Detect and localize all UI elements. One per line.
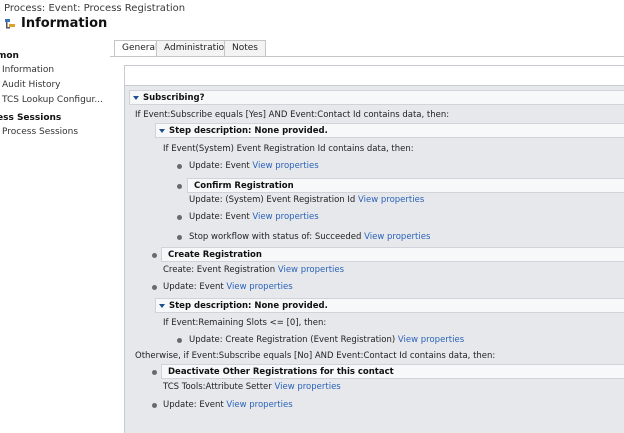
view-properties-link[interactable]: View properties — [252, 161, 318, 171]
view-properties-link[interactable]: View properties — [364, 232, 430, 242]
view-properties-link[interactable]: View properties — [358, 195, 424, 205]
otherwise-condition-line: Otherwise, if Event:Subscribe equals [No… — [135, 351, 496, 361]
view-properties-link[interactable]: View properties — [226, 400, 292, 410]
view-properties-link[interactable]: View properties — [398, 335, 464, 345]
view-properties-link[interactable]: View properties — [226, 282, 292, 292]
collapse-arrow-icon[interactable] — [159, 129, 165, 133]
bullet-icon — [177, 235, 182, 240]
action-text: Create: Event Registration — [163, 265, 276, 275]
action-text: Update: Event — [189, 161, 250, 171]
page-title: Information — [21, 16, 108, 31]
tab-content-general: Subscribing? If Event:Subscribe equals [… — [110, 57, 624, 433]
bullet-icon — [177, 215, 182, 220]
step-create-registration[interactable]: Create Registration — [161, 247, 624, 262]
collapse-arrow-icon[interactable] — [133, 96, 139, 100]
nav-item-process-sessions[interactable]: Process Sessions — [2, 127, 78, 137]
tab-notes[interactable]: Notes — [224, 40, 266, 56]
action-update-system-reg: Update: (System) Event Registration Id V… — [189, 195, 424, 205]
bullet-icon — [177, 338, 182, 343]
step-subscribing[interactable]: Subscribing? — [129, 90, 624, 105]
condition-line: If Event(System) Event Registration Id c… — [163, 144, 414, 154]
action-tcs-tools: TCS Tools:Attribute Setter View properti… — [163, 382, 341, 392]
bullet-icon — [152, 370, 157, 375]
nav-item-audit-history[interactable]: Audit History — [2, 80, 60, 90]
action-text: Update: Event — [163, 400, 224, 410]
left-nav: mon Information Audit History TCS Lookup… — [0, 40, 110, 432]
view-properties-link[interactable]: View properties — [274, 382, 340, 392]
nav-item-information[interactable]: Information — [2, 65, 54, 75]
action-create-event-registration: Create: Event Registration View properti… — [163, 265, 344, 275]
action-text: Update: Event — [163, 282, 224, 292]
step-confirm-registration[interactable]: Confirm Registration — [187, 178, 624, 193]
title-row: Information — [4, 16, 107, 31]
action-text: Stop workflow with status of: Succeeded — [189, 232, 362, 242]
action-update-event: Update: Event View properties — [163, 282, 293, 292]
step-label: Subscribing? — [143, 93, 205, 103]
nav-section-common: mon — [0, 51, 19, 61]
action-stop-workflow: Stop workflow with status of: Succeeded … — [189, 232, 430, 242]
form-header: Process: Event: Process Registration Inf… — [0, 0, 624, 40]
bullet-icon — [152, 403, 157, 408]
action-text: TCS Tools:Attribute Setter — [163, 382, 272, 392]
condition-line: If Event:Subscribe equals [Yes] AND Even… — [135, 110, 450, 120]
bullet-icon — [177, 164, 182, 169]
action-update-create-registration: Update: Create Registration (Event Regis… — [189, 335, 464, 345]
bullet-icon — [152, 285, 157, 290]
step-label: Step description: None provided. — [169, 126, 328, 136]
step-description-2[interactable]: Step description: None provided. — [155, 298, 624, 313]
action-text: Update: Event — [189, 212, 250, 222]
view-properties-link[interactable]: View properties — [278, 265, 344, 275]
step-deactivate-registrations[interactable]: Deactivate Other Registrations for this … — [161, 364, 624, 379]
action-update-event: Update: Event View properties — [163, 400, 293, 410]
designer-toolbar-area — [125, 66, 624, 86]
action-text: Update: Create Registration (Event Regis… — [189, 335, 396, 345]
view-properties-link[interactable]: View properties — [252, 212, 318, 222]
action-update-event: Update: Event View properties — [189, 212, 319, 222]
step-label: Step description: None provided. — [169, 301, 328, 311]
collapse-arrow-icon[interactable] — [159, 304, 165, 308]
step-description-1[interactable]: Step description: None provided. — [155, 123, 624, 138]
condition-line: If Event:Remaining Slots <= [0], then: — [163, 318, 327, 328]
bullet-icon — [152, 253, 157, 258]
action-update-event: Update: Event View properties — [189, 161, 319, 171]
action-text: Update: (System) Event Registration Id — [189, 195, 356, 205]
bullet-icon — [177, 184, 182, 189]
workflow-designer: Subscribing? If Event:Subscribe equals [… — [124, 65, 624, 433]
process-icon — [4, 18, 16, 30]
nav-item-tcs-lookup[interactable]: TCS Lookup Configur... — [2, 95, 103, 105]
breadcrumb: Process: Event: Process Registration — [4, 3, 186, 14]
nav-section-process-sessions: ess Sessions — [0, 113, 62, 123]
